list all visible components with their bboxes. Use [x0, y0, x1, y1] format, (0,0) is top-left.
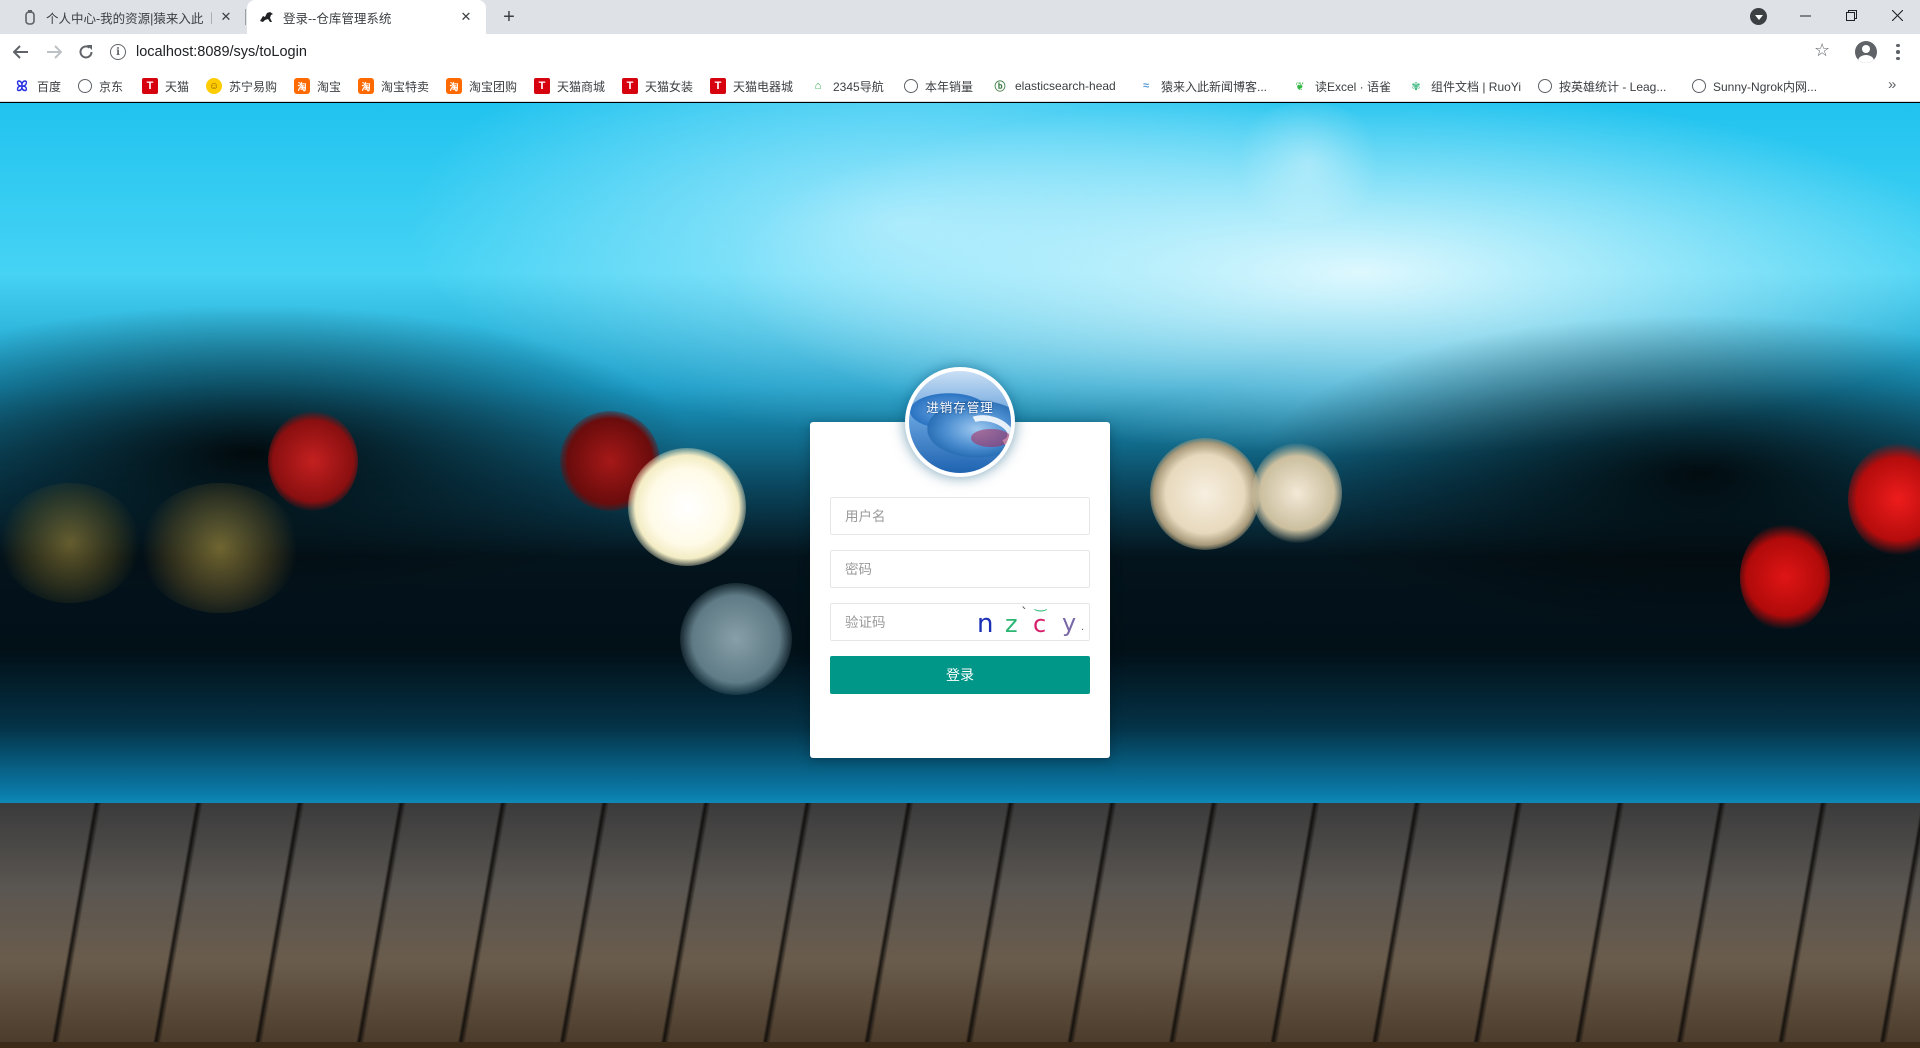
bokeh-light	[628, 448, 746, 566]
minimize-icon	[1799, 15, 1811, 16]
logo-image: 进销存管理	[909, 371, 1011, 473]
globe-icon	[904, 79, 918, 93]
restore-icon	[1845, 9, 1857, 21]
captcha-char: z	[1005, 610, 1018, 638]
bokeh-light	[1252, 443, 1342, 543]
password-input[interactable]	[831, 551, 1089, 587]
ruoyi-icon: ✾	[1411, 80, 1421, 93]
bokeh-light	[0, 483, 140, 603]
captcha-image[interactable]: n z ` c ‿ y .	[961, 596, 1089, 640]
bookmark-item[interactable]: ☺ 苏宁易购	[206, 77, 277, 95]
captcha-char: c	[1033, 610, 1047, 638]
bokeh-light	[680, 583, 792, 695]
taobao-icon: 淘	[294, 78, 310, 94]
url-text: localhost:8089/sys/toLogin	[136, 44, 307, 60]
back-arrow-icon	[13, 45, 28, 59]
bookmark-item[interactable]: 本年销量	[904, 77, 973, 95]
tmall-icon: T	[622, 78, 638, 94]
tab-strip: 个人中心-我的资源|猿来入此【b ✕ 登录--仓库管理系统 ✕ +	[0, 0, 1920, 34]
bookmark-star-icon[interactable]: ☆	[1814, 40, 1830, 61]
back-button[interactable]	[7, 38, 35, 66]
baidu-icon: ꕤ	[16, 77, 28, 94]
site-info-icon[interactable]: i	[110, 44, 126, 60]
more-bookmarks-icon[interactable]: »	[1888, 76, 1896, 93]
2345-icon: ⌂	[814, 80, 822, 92]
close-icon	[1891, 9, 1903, 21]
bookmark-item[interactable]: ⌂ 2345导航	[810, 77, 884, 95]
captcha-noise: .	[1081, 622, 1085, 633]
bokeh-light	[1740, 523, 1830, 631]
tmall-icon: T	[534, 78, 550, 94]
minimize-button[interactable]	[1782, 0, 1828, 30]
wooden-floor-edge	[0, 1042, 1920, 1048]
captcha-noise: ‿	[1035, 596, 1047, 612]
bokeh-light	[1228, 103, 1388, 223]
tab-search-icon[interactable]	[1750, 8, 1767, 25]
horse-icon	[259, 9, 275, 25]
taobao-icon: 淘	[446, 78, 462, 94]
reload-button[interactable]	[72, 38, 100, 66]
bookmark-item[interactable]: 按英雄统计 - Leag...	[1538, 77, 1666, 95]
bookmark-item[interactable]: ≈ 猿来入此新闻博客...	[1138, 77, 1267, 95]
suning-icon: ☺	[206, 78, 222, 94]
bookmark-item[interactable]: 淘淘宝特卖	[358, 77, 429, 95]
yuque-icon: ❦	[1295, 80, 1305, 93]
new-tab-button[interactable]: +	[496, 5, 522, 29]
close-window-button[interactable]	[1874, 0, 1920, 30]
tab-title: 登录--仓库管理系统	[283, 11, 392, 26]
bookmark-item[interactable]: T 天猫商城	[534, 77, 605, 95]
captcha-noise: `	[1021, 606, 1028, 622]
bookmark-item[interactable]: 淘淘宝	[294, 77, 341, 95]
page-favicon-icon	[22, 9, 38, 25]
bookmark-item[interactable]: Sunny-Ngrok内网...	[1692, 77, 1817, 95]
username-input[interactable]	[831, 498, 1089, 534]
close-tab-icon[interactable]: ✕	[218, 9, 234, 25]
captcha-char: n	[977, 609, 994, 639]
bookmark-item[interactable]: ✾ 组件文档 | RuoYi	[1408, 77, 1521, 95]
browser-toolbar: i localhost:8089/sys/toLogin ☆	[0, 34, 1920, 70]
browser-menu-button[interactable]	[1892, 40, 1904, 64]
login-button[interactable]: 登录	[830, 656, 1090, 694]
tab-title: 个人中心-我的资源|猿来入此【b	[46, 11, 212, 26]
tmall-icon: T	[710, 78, 726, 94]
app-logo: 进销存管理	[905, 367, 1015, 477]
bookmark-item[interactable]: T 天猫电器城	[710, 77, 793, 95]
taobao-icon: 淘	[358, 78, 374, 94]
globe-icon	[1692, 79, 1706, 93]
yuanlai-icon: ≈	[1142, 80, 1150, 92]
bookmark-item[interactable]: ❦ 读Excel · 语雀	[1292, 77, 1391, 95]
tmall-icon: T	[142, 78, 158, 94]
globe-icon	[1538, 79, 1552, 93]
bookmark-item[interactable]: 淘淘宝团购	[446, 77, 517, 95]
elasticsearch-icon: ⓑ	[994, 81, 1006, 93]
bokeh-light	[268, 411, 358, 511]
wooden-floor	[0, 803, 1920, 1048]
plus-icon: +	[503, 5, 515, 28]
logo-text: 进销存管理	[926, 400, 994, 415]
restore-button[interactable]	[1828, 0, 1874, 30]
account-avatar-icon[interactable]	[1855, 41, 1877, 63]
address-bar[interactable]: i localhost:8089/sys/toLogin	[110, 38, 1834, 66]
bokeh-light	[1150, 438, 1260, 550]
captcha-char: y	[1062, 609, 1077, 637]
captcha-field[interactable]: n z ` c ‿ y .	[830, 596, 1090, 641]
bokeh-light	[140, 483, 300, 613]
password-field[interactable]	[830, 550, 1090, 588]
reload-icon	[79, 45, 93, 59]
forward-arrow-icon	[47, 45, 62, 59]
globe-icon	[78, 79, 92, 93]
captcha-input[interactable]	[831, 604, 971, 640]
bookmark-item[interactable]: 京东	[78, 77, 123, 95]
bookmark-item[interactable]: ꕤ 百度	[14, 77, 61, 95]
forward-button[interactable]	[40, 38, 68, 66]
bookmark-item[interactable]: T 天猫	[142, 77, 189, 95]
logo-swoosh	[971, 429, 1011, 447]
tab-login[interactable]: 登录--仓库管理系统 ✕	[247, 0, 486, 34]
username-field[interactable]	[830, 497, 1090, 535]
tab-personal-center[interactable]: 个人中心-我的资源|猿来入此【b ✕	[10, 0, 246, 34]
bookmarks-bar: ꕤ 百度 京东 T 天猫 ☺ 苏宁易购 淘淘宝 淘淘宝特卖 淘淘宝团购 T 天猫商城 T…	[0, 70, 1920, 102]
close-tab-icon[interactable]: ✕	[458, 9, 474, 25]
bookmark-item[interactable]: T 天猫女装	[622, 77, 693, 95]
bookmark-item[interactable]: ⓑ elasticsearch-head	[992, 77, 1116, 95]
